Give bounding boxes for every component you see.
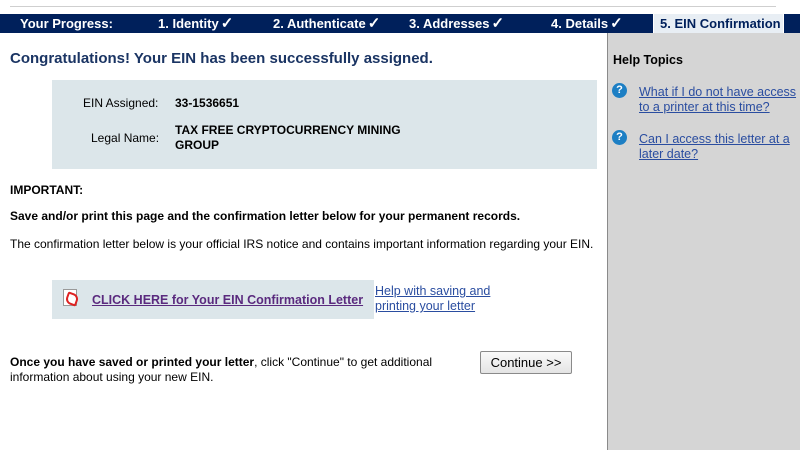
ein-confirmation-page: Your Progress: 1. Identity ✓ 2. Authentic… <box>0 0 800 450</box>
progress-step-details: 4. Details ✓ <box>551 14 623 33</box>
save-instructions: Save and/or print this page and the conf… <box>10 209 521 223</box>
check-icon: ✓ <box>220 15 234 32</box>
progress-step-authenticate: 2. Authenticate ✓ <box>273 14 380 33</box>
ein-info-panel: EIN Assigned: 33-1536651 Legal Name: TAX… <box>52 80 597 169</box>
help-sidebar: Help Topics ? What if I do not have acce… <box>607 33 800 450</box>
progress-step-ein-confirmation: 5. EIN Confirmation <box>653 14 784 33</box>
help-topics-title: Help Topics <box>613 53 683 67</box>
check-icon: ✓ <box>367 15 381 32</box>
step-label: 3. Addresses <box>409 16 490 31</box>
continue-instructions-bold: Once you have saved or printed your lett… <box>10 355 255 369</box>
step-label: 1. Identity <box>158 16 219 31</box>
progress-bar: Your Progress: 1. Identity ✓ 2. Authentic… <box>0 14 800 33</box>
page-title: Congratulations! Your EIN has been succe… <box>10 50 433 67</box>
letter-notice: The confirmation letter below is your of… <box>10 237 594 251</box>
help-saving-printing-link[interactable]: Help with saving and printing your lette… <box>375 284 505 314</box>
legal-name-line: GROUP <box>175 138 220 152</box>
help-link-later-access[interactable]: Can I access this letter at a later date… <box>639 132 800 162</box>
letter-panel: CLICK HERE for Your EIN Confirmation Let… <box>52 280 374 319</box>
progress-label: Your Progress: <box>20 16 113 31</box>
question-icon: ? <box>612 130 627 145</box>
pdf-icon <box>63 289 77 306</box>
top-divider <box>10 6 776 7</box>
legal-name-label: Legal Name: <box>91 131 160 145</box>
progress-step-addresses: 3. Addresses ✓ <box>409 14 504 33</box>
important-heading: IMPORTANT: <box>10 183 84 197</box>
ein-value: 33-1536651 <box>175 96 240 110</box>
step-label: 2. Authenticate <box>273 16 366 31</box>
ein-label: EIN Assigned: <box>83 96 159 110</box>
help-link-printer[interactable]: What if I do not have access to a printe… <box>639 85 800 115</box>
step-label: 4. Details <box>551 16 609 31</box>
check-icon: ✓ <box>610 15 623 32</box>
continue-instructions: Once you have saved or printed your lett… <box>10 355 470 385</box>
question-icon: ? <box>612 83 627 98</box>
progress-step-identity: 1. Identity ✓ <box>158 14 233 33</box>
confirmation-letter-link[interactable]: CLICK HERE for Your EIN Confirmation Let… <box>92 293 363 307</box>
continue-button[interactable]: Continue >> <box>480 351 572 374</box>
legal-name-line: TAX FREE CRYPTOCURRENCY MINING <box>175 123 401 137</box>
check-icon: ✓ <box>491 15 505 32</box>
legal-name-value: TAX FREE CRYPTOCURRENCY MINING GROUP <box>175 123 401 153</box>
